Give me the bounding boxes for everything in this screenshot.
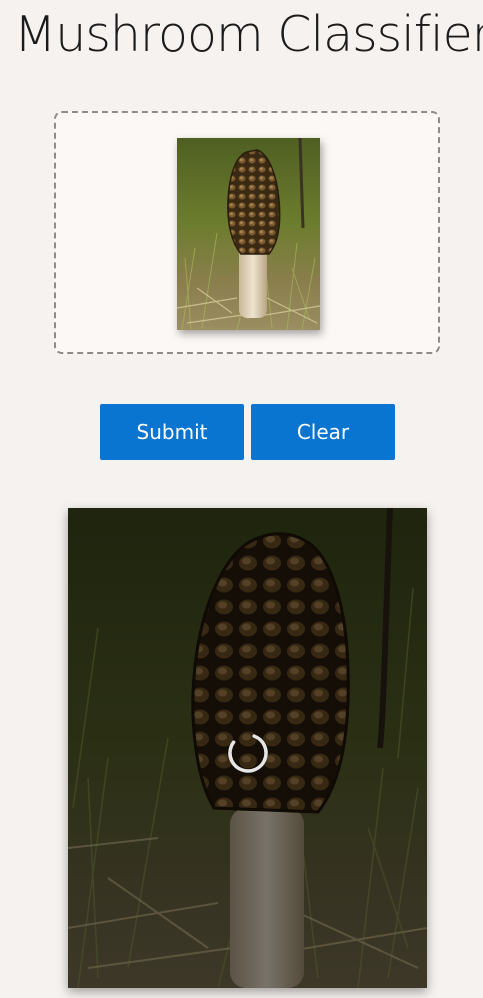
page-title: Mushroom Classifier [14, 6, 483, 63]
uploaded-image-thumbnail [177, 138, 320, 330]
result-image-panel [68, 508, 427, 988]
submit-button[interactable]: Submit [100, 404, 244, 460]
clear-button[interactable]: Clear [251, 404, 395, 460]
image-dropzone[interactable] [54, 111, 440, 354]
loading-spinner-icon [228, 733, 268, 773]
